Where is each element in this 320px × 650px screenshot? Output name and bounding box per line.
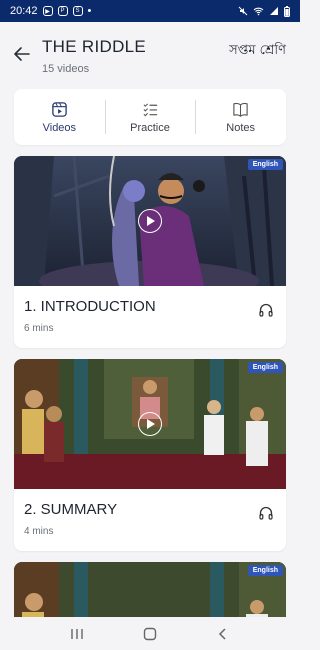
home-icon[interactable] xyxy=(140,624,160,644)
video-duration: 6 mins xyxy=(24,323,54,334)
back-arrow-icon[interactable] xyxy=(12,44,32,64)
tab-practice[interactable]: Practice xyxy=(104,89,196,145)
video-thumbnail[interactable]: English xyxy=(14,156,286,286)
page-title: THE RIDDLE xyxy=(42,37,147,56)
system-nav-bar xyxy=(0,617,300,650)
tab-videos-label: Videos xyxy=(42,121,77,134)
language-badge: English xyxy=(247,159,283,170)
battery-icon xyxy=(284,5,290,17)
checklist-icon xyxy=(143,102,157,116)
tab-practice-label: Practice xyxy=(130,121,170,134)
tab-videos[interactable]: Videos xyxy=(14,89,105,145)
video-icon xyxy=(52,101,67,117)
app-icon-2: P xyxy=(57,6,68,16)
language-badge: English xyxy=(247,565,283,576)
book-icon xyxy=(233,102,248,117)
headphones-icon[interactable] xyxy=(258,302,274,318)
dot-icon: • xyxy=(87,5,92,17)
video-count: 15 videos xyxy=(42,63,90,75)
video-card[interactable]: English 2. SUMMARY 4 mins xyxy=(14,359,286,551)
app-icon-3: S xyxy=(72,6,83,16)
status-time: 20:42 xyxy=(10,5,38,17)
header: THE RIDDLE 15 videos সপ্তম শ্রেণি xyxy=(0,22,300,84)
signal-icon xyxy=(270,7,278,15)
class-label: সপ্তম শ্রেণি xyxy=(229,43,286,58)
video-duration: 4 mins xyxy=(24,526,54,537)
play-icon[interactable] xyxy=(138,412,162,436)
video-card[interactable]: English 1. INTRODUCTION 6 mins xyxy=(14,156,286,348)
video-title: 1. INTRODUCTION xyxy=(24,298,156,315)
video-title: 2. SUMMARY xyxy=(24,501,118,518)
tab-notes-label: Notes xyxy=(226,121,256,134)
play-icon[interactable] xyxy=(138,209,162,233)
tab-notes[interactable]: Notes xyxy=(195,89,286,145)
wifi-icon xyxy=(253,7,264,16)
back-nav-icon[interactable] xyxy=(213,624,233,644)
tab-bar: Videos Practice Notes xyxy=(14,89,286,145)
language-badge: English xyxy=(247,362,283,373)
mute-icon xyxy=(238,6,248,16)
recent-apps-icon[interactable] xyxy=(67,624,87,644)
headphones-icon[interactable] xyxy=(258,505,274,521)
app-icon-1: ▶ xyxy=(42,6,53,16)
status-bar: 20:42 ▶ P S • xyxy=(0,0,300,22)
video-thumbnail[interactable]: English xyxy=(14,359,286,489)
